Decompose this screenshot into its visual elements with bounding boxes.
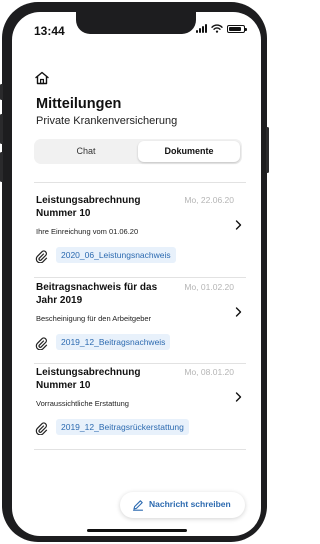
paperclip-icon [35, 337, 48, 350]
divider [34, 182, 246, 183]
tab-chat[interactable]: Chat [36, 141, 136, 162]
paperclip-icon [35, 250, 48, 263]
chevron-right-icon [235, 392, 242, 402]
page-title: Mitteilungen [36, 96, 122, 112]
document-item[interactable]: Beitragsnachweis für das Jahr 2019 Mo, 0… [34, 282, 246, 365]
compose-button-label: Nachricht schreiben [149, 499, 231, 509]
segmented-control: Chat Dokumente [34, 139, 242, 164]
home-icon[interactable] [34, 70, 50, 86]
document-title: Beitragsnachweis für das Jahr 2019 [36, 282, 158, 306]
document-title: Leistungsabrechnung Nummer 10 [36, 195, 141, 219]
status-bar: 13:44 [12, 12, 261, 46]
chevron-right-icon [235, 307, 242, 317]
document-description: Ihre Einreichung vom 01.06.20 [36, 227, 139, 236]
document-item[interactable]: Leistungsabrechnung Nummer 10 Mo, 22.06.… [34, 195, 246, 278]
volume-up-button [0, 114, 3, 144]
document-description: Bescheinigung für den Arbeitgeber [36, 314, 152, 323]
battery-icon [227, 24, 247, 33]
attachment-link[interactable]: 2019_12_Beitragsnachweis [56, 334, 171, 350]
home-indicator[interactable] [87, 529, 187, 532]
status-icons [196, 24, 247, 33]
document-description: Vorraussichtliche Erstattung [36, 399, 129, 408]
document-date: Mo, 01.02.20 [184, 282, 234, 292]
attachment-link[interactable]: 2019_12_Beitragsrückerstattung [56, 419, 189, 435]
tab-dokumente[interactable]: Dokumente [138, 141, 240, 162]
power-button [266, 127, 269, 173]
cellular-signal-icon [196, 24, 207, 33]
status-time: 13:44 [34, 24, 65, 38]
volume-down-button [0, 152, 3, 182]
screen: 13:44 Mitteilungen Private Krankenversic… [12, 12, 261, 536]
mute-switch [0, 84, 3, 100]
document-item[interactable]: Leistungsabrechnung Nummer 10 Mo, 08.01.… [34, 367, 246, 450]
notch [76, 12, 196, 34]
document-title: Leistungsabrechnung Nummer 10 [36, 367, 141, 391]
attachment-link[interactable]: 2020_06_Leistungsnachweis [56, 247, 176, 263]
phone-frame: 13:44 Mitteilungen Private Krankenversic… [0, 2, 269, 542]
chevron-right-icon [235, 220, 242, 230]
page-subtitle: Private Krankenversicherung [36, 115, 178, 127]
pencil-icon [132, 500, 144, 511]
divider [34, 449, 246, 450]
document-date: Mo, 08.01.20 [184, 367, 234, 377]
wifi-icon [211, 24, 223, 33]
paperclip-icon [35, 422, 48, 435]
divider [34, 363, 246, 364]
divider [34, 277, 246, 278]
document-date: Mo, 22.06.20 [184, 195, 234, 205]
compose-message-button[interactable]: Nachricht schreiben [120, 492, 245, 518]
